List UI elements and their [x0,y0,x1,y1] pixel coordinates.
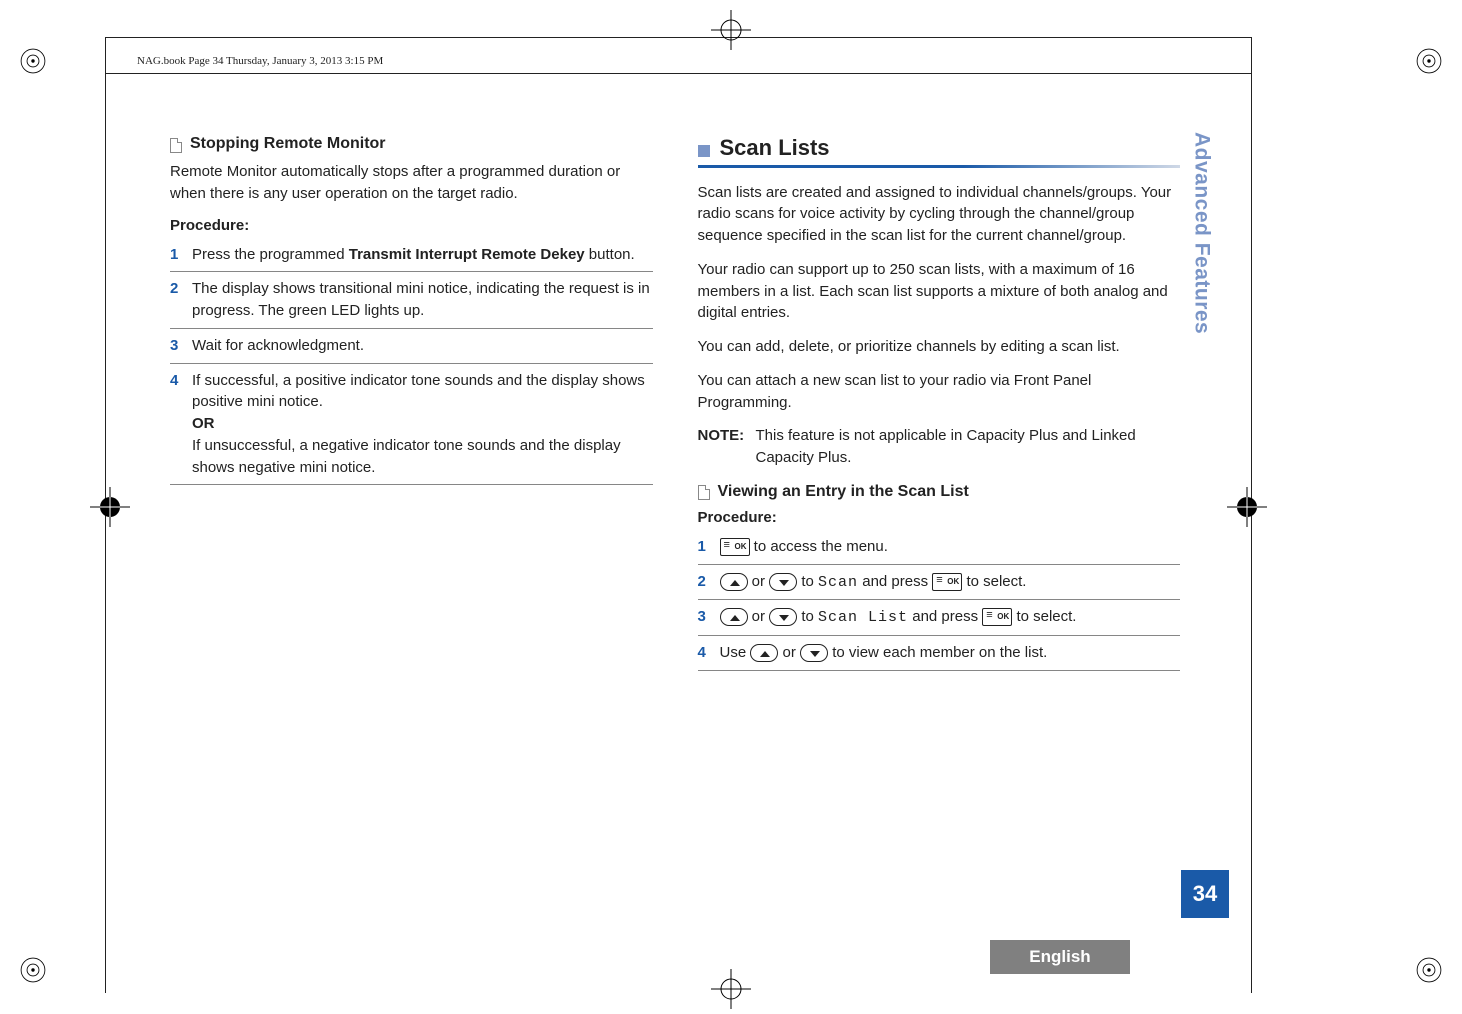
registration-mark-icon [16,953,50,987]
step-body: Use or to view each member on the list. [720,642,1181,664]
note-text: This feature is not applicable in Capaci… [756,425,1181,469]
header-stamp: NAG.book Page 34 Thursday, January 3, 20… [137,55,383,67]
step-body: Press the programmed Transmit Interrupt … [192,244,653,266]
t: and press [858,573,932,590]
step-tail: to access the menu. [750,538,888,555]
t: to [797,573,818,590]
step-tail: to view each member on the list. [828,644,1047,661]
registration-mark-icon [1412,44,1446,78]
left-column: Stopping Remote Monitor Remote Monitor a… [170,135,653,677]
section-heading-text: Scan Lists [720,135,830,161]
right-p3: You can add, delete, or prioritize chann… [698,336,1181,358]
section-bullet-icon [698,145,710,157]
top-rule [105,37,1252,38]
left-procedure-label: Procedure: [170,217,653,234]
section-rule [698,165,1181,168]
left-step-2: 2 The display shows transitional mini no… [170,278,653,329]
right-procedure-label: Procedure: [698,509,1181,526]
nav-down-icon [800,644,828,662]
step-text-pre: Press the programmed [192,246,349,263]
step-body: or to Scan List and press OK to select. [720,606,1181,629]
step4-line2: If unsuccessful, a negative indicator to… [192,437,621,476]
t: to [797,608,818,625]
side-tab: Advanced Features [1174,132,1229,942]
step-number: 4 [698,642,720,664]
crosshair-mark-icon [90,487,130,527]
right-subheading-text: Viewing an Entry in the Scan List [718,483,969,501]
right-step-2: 2 or to Scan and press OK to select. [698,571,1181,601]
step-number: 1 [170,244,192,266]
t: Use [720,644,751,661]
step4-line1: If successful, a positive indicator tone… [192,372,645,411]
step-number: 4 [170,370,192,479]
menu-ok-icon: OK [720,538,750,556]
left-step-1: 1 Press the programmed Transmit Interrup… [170,244,653,273]
step-body: Wait for acknowledgment. [192,335,653,357]
step-number: 2 [170,278,192,322]
crosshair-mark-icon [1227,487,1267,527]
step4-or: OR [192,415,215,432]
step-body: or to Scan and press OK to select. [720,571,1181,594]
right-step-3: 3 or to Scan List and press OK to select… [698,606,1181,636]
right-p1: Scan lists are created and assigned to i… [698,182,1181,247]
menu-path: Scan List [818,609,908,626]
left-step-3: 3 Wait for acknowledgment. [170,335,653,364]
registration-mark-icon [1412,953,1446,987]
right-p2: Your radio can support up to 250 scan li… [698,259,1181,324]
right-step-4: 4 Use or to view each member on the list… [698,642,1181,671]
left-subheading-text: Stopping Remote Monitor [190,135,386,153]
registration-mark-icon [16,44,50,78]
step-number: 3 [170,335,192,357]
menu-ok-icon: OK [982,608,1012,626]
step-tail: to select. [962,573,1026,590]
step-tail: to select. [1012,608,1076,625]
right-subheading: Viewing an Entry in the Scan List [698,483,1181,501]
menu-path: Scan [818,574,858,591]
t: or [748,608,770,625]
section-heading: Scan Lists [698,135,1181,161]
step-text-bold: Transmit Interrupt Remote Dekey [349,246,585,263]
right-p4: You can attach a new scan list to your r… [698,370,1181,414]
nav-up-icon [720,573,748,591]
step-text-post: button. [585,246,635,263]
page-icon [698,485,710,500]
note-row: NOTE: This feature is not applicable in … [698,425,1181,469]
left-intro: Remote Monitor automatically stops after… [170,161,653,205]
nav-up-icon [750,644,778,662]
page-content: Stopping Remote Monitor Remote Monitor a… [170,135,1180,677]
nav-up-icon [720,608,748,626]
left-step-4: 4 If successful, a positive indicator to… [170,370,653,486]
step-body: The display shows transitional mini noti… [192,278,653,322]
t: and press [908,608,982,625]
page-icon [170,138,182,153]
step-body: OK to access the menu. [720,536,1181,558]
step-number: 3 [698,606,720,629]
nav-down-icon [769,573,797,591]
step-body: If successful, a positive indicator tone… [192,370,653,479]
page-number: 34 [1181,870,1229,918]
crosshair-mark-icon [711,10,751,50]
nav-down-icon [769,608,797,626]
left-subheading: Stopping Remote Monitor [170,135,653,153]
side-tab-text: Advanced Features [1190,132,1214,334]
crosshair-mark-icon [711,969,751,1009]
menu-ok-icon: OK [932,573,962,591]
right-step-1: 1 OK to access the menu. [698,536,1181,565]
footer-language: English [990,940,1130,974]
top-rule-2 [105,73,1252,74]
step-number: 1 [698,536,720,558]
right-column: Scan Lists Scan lists are created and as… [698,135,1181,677]
note-label: NOTE: [698,425,756,469]
t: or [748,573,770,590]
t: or [778,644,800,661]
step-number: 2 [698,571,720,594]
